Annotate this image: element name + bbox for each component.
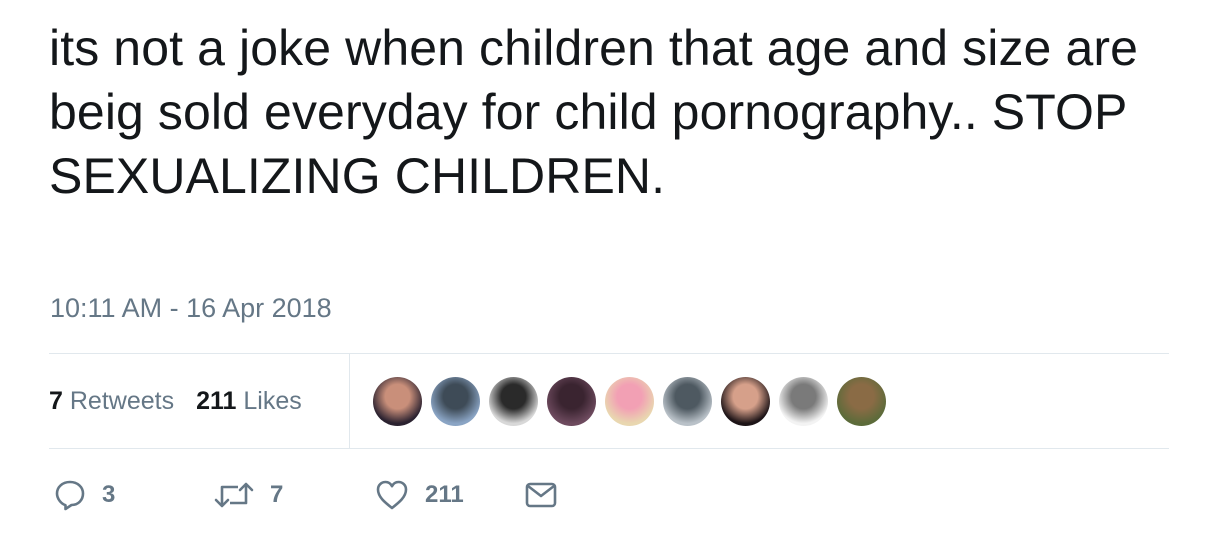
like-button[interactable]: 211 xyxy=(375,479,525,511)
liker-avatar[interactable] xyxy=(373,377,422,426)
liked-by-avatars xyxy=(373,377,895,427)
like-count: 211 xyxy=(425,481,464,508)
liker-avatar[interactable] xyxy=(547,377,596,426)
liker-avatar[interactable] xyxy=(779,377,828,426)
envelope-icon xyxy=(525,481,557,509)
liker-avatar[interactable] xyxy=(605,377,654,426)
liker-avatar[interactable] xyxy=(663,377,712,426)
tweet-actions: 3 7 211 xyxy=(54,475,557,515)
retweet-button[interactable]: 7 xyxy=(214,479,375,511)
stats-separator xyxy=(349,354,350,448)
liker-avatar[interactable] xyxy=(431,377,480,426)
retweet-count: 7 xyxy=(270,481,284,508)
tweet-stats: 7 Retweets 211 Likes xyxy=(49,354,349,448)
liker-avatar[interactable] xyxy=(489,377,538,426)
tweet-timestamp[interactable]: 10:11 AM - 16 Apr 2018 xyxy=(50,293,332,324)
likes-stat-count: 211 xyxy=(196,386,237,415)
likes-stat-label: Likes xyxy=(243,386,302,415)
reply-button[interactable]: 3 xyxy=(54,479,214,511)
heart-icon xyxy=(375,479,409,511)
reply-icon xyxy=(54,479,86,511)
divider-bottom xyxy=(49,448,1169,449)
retweets-stat-count: 7 xyxy=(49,386,63,415)
retweets-stat[interactable]: 7 Retweets xyxy=(49,387,174,416)
direct-message-button[interactable] xyxy=(525,481,557,509)
tweet-text: its not a joke when children that age an… xyxy=(49,20,1139,204)
retweets-stat-label: Retweets xyxy=(69,386,175,415)
retweet-icon xyxy=(214,479,254,511)
likes-stat[interactable]: 211 Likes xyxy=(196,387,302,416)
liker-avatar[interactable] xyxy=(721,377,770,426)
liker-avatar[interactable] xyxy=(837,377,886,426)
reply-count: 3 xyxy=(102,481,116,508)
